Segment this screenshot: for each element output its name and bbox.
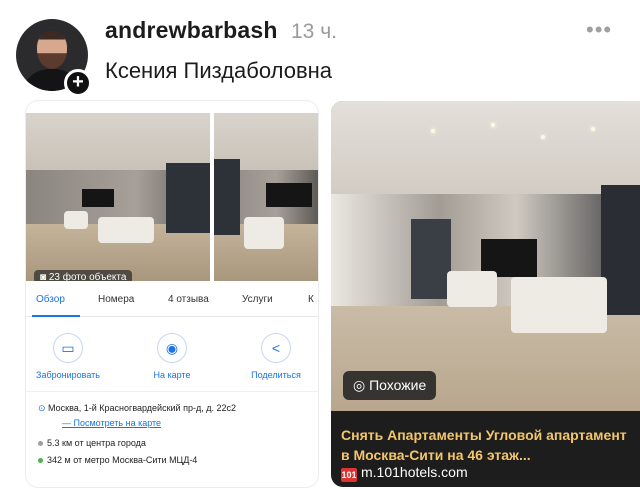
address: ⊙ Москва, 1-й Красногвардейский пр-д, д.… <box>38 403 236 414</box>
share-button[interactable]: < Поделиться <box>231 333 318 380</box>
tab-rooms[interactable]: Номера <box>98 294 134 305</box>
site-logo-icon: 101 <box>341 468 357 482</box>
similar-label: Похожие <box>369 377 427 393</box>
hotel-tabs: Обзор Номера 4 отзыва Услуги К <box>26 291 318 317</box>
bed-icon: ▭ <box>53 333 83 363</box>
tab-overview[interactable]: Обзор <box>36 294 65 305</box>
similar-search-icon: ◎ <box>353 377 370 393</box>
divider <box>26 391 318 392</box>
address-text: Москва, 1-й Красногвардейский пр-д, д. 2… <box>48 403 236 413</box>
tab-services[interactable]: Услуги <box>242 294 273 305</box>
hotel-photo-second[interactable] <box>214 113 318 281</box>
hotel-card[interactable]: ◙ 23 фото объекта Обзор Номера 4 отзыва … <box>26 101 318 487</box>
source-domain: m.101hotels.com <box>361 464 468 480</box>
post-caption: Ксения Пиздаболовна <box>105 58 333 83</box>
center-dot-icon <box>38 441 43 447</box>
avatar[interactable]: + <box>16 19 92 97</box>
share-icon: < <box>261 333 291 363</box>
result-title[interactable]: Снять Апартаменты Угловой апартамент в М… <box>341 425 637 465</box>
view-on-map-link[interactable]: — Посмотреть на карте <box>62 418 161 428</box>
photo-count[interactable]: ◙ 23 фото объекта <box>34 270 133 281</box>
more-options-icon[interactable]: ••• <box>586 17 612 43</box>
tab-underline <box>32 315 80 317</box>
add-plus-icon[interactable]: + <box>64 69 92 97</box>
metro-dot-icon <box>38 458 43 464</box>
photo-count-label: 23 фото объекта <box>48 272 127 281</box>
distance-info: 5.3 км от центра города <box>38 438 146 448</box>
result-source[interactable]: 101 m.101hotels.com <box>341 464 468 482</box>
on-map-button[interactable]: ◉ На карте <box>127 333 217 380</box>
location-pin-icon: ⊙ <box>38 403 49 413</box>
similar-button[interactable]: ◎ Похожие <box>343 371 437 400</box>
result-photo[interactable]: ◎ Похожие <box>331 101 640 411</box>
feed-post: + andrewbarbash 13 ч. ••• Ксения Пиздабо… <box>0 0 640 489</box>
metro-text: 342 м от метро Москва-Сити МЦД-4 <box>47 455 198 465</box>
share-label: Поделиться <box>251 370 301 380</box>
on-map-label: На карте <box>153 370 191 380</box>
camera-icon: ◙ <box>40 272 49 281</box>
tab-more[interactable]: К <box>308 294 314 305</box>
metro-info: 342 м от метро Москва-Сити МЦД-4 <box>38 455 197 465</box>
search-result-card[interactable]: ◎ Похожие Снять Апартаменты Угловой апар… <box>331 101 640 487</box>
book-button[interactable]: ▭ Забронировать <box>26 333 113 380</box>
hotel-photo-main[interactable]: ◙ 23 фото объекта <box>26 113 210 281</box>
distance-text: 5.3 км от центра города <box>47 438 146 448</box>
tab-reviews[interactable]: 4 отзыва <box>168 294 209 305</box>
book-label: Забронировать <box>36 370 100 380</box>
post-time: 13 ч. <box>291 20 337 43</box>
username[interactable]: andrewbarbash <box>105 17 278 44</box>
pin-icon: ◉ <box>157 333 187 363</box>
